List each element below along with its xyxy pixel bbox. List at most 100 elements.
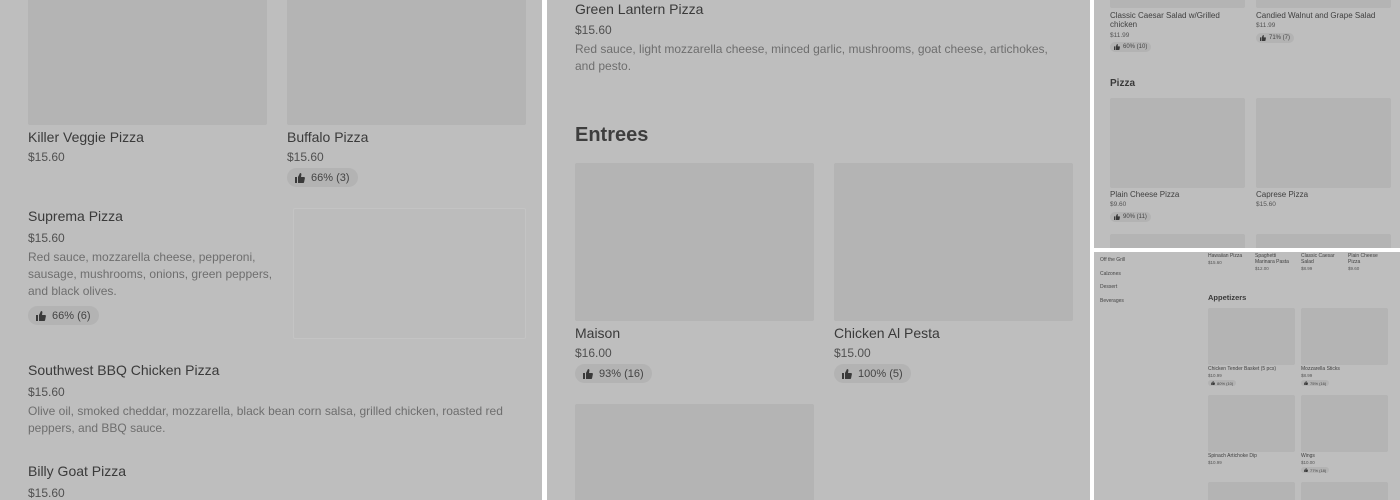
item-image[interactable] [1301,482,1388,500]
item-price: $15.00 [834,346,871,360]
item-price: $15.60 [575,23,612,37]
thumbs-up-icon [1304,468,1308,472]
item-price: $16.00 [575,346,612,360]
rating-badge: 60% (10) [1110,42,1152,52]
item-image[interactable] [575,163,814,321]
menu-panel-pizzas: Killer Veggie Pizza $15.60 Buffalo Pizza… [0,0,542,500]
thumbs-up-icon [36,310,46,321]
item-name[interactable]: Caprese Pizza [1256,190,1308,199]
item-price: $8.99 [1301,373,1313,378]
item-description: Red sauce, mozzarella cheese, pepperoni,… [28,250,273,298]
nav-item-beverages[interactable]: Beverages [1100,298,1124,304]
item-name[interactable]: Suprema Pizza [28,208,123,224]
rating-badge: 100% (5) [834,364,911,383]
item-image[interactable] [1208,308,1295,365]
item-price: $9.60 [1110,201,1127,208]
nav-item-dessert[interactable]: Dessert [1100,284,1117,290]
thumbs-up-icon [1304,381,1308,385]
rating-badge: 90% (11) [1110,212,1151,222]
item-price: $11.99 [1110,32,1130,39]
rating-badge: 66% (6) [28,306,99,325]
thumbs-up-icon [1211,381,1215,385]
rating-text: 71% (7) [1269,35,1291,41]
rating-text: 100% (5) [858,367,903,380]
item-image[interactable] [1301,395,1388,452]
thumbs-up-icon [295,172,305,183]
item-image[interactable] [575,404,814,500]
item-image[interactable] [1110,98,1245,188]
item-image[interactable] [1110,234,1245,248]
rating-badge: 93% (16) [575,364,652,383]
item-image[interactable] [1256,234,1391,248]
item-name[interactable]: Plain Cheese Pizza [1110,190,1179,199]
item-image[interactable] [1256,98,1391,188]
rating-text: 77% (18) [1310,467,1327,473]
rating-text: 75% (16) [1310,380,1327,386]
nav-item-calzones[interactable]: Calzones [1100,271,1121,277]
item-price: $15.60 [28,150,65,164]
item-name[interactable]: Chicken Tender Basket (5 pcs) [1208,366,1276,372]
item-price: $15.60 [1208,260,1222,265]
item-image[interactable] [1301,308,1388,365]
item-price: $15.60 [287,150,324,164]
item-image[interactable] [287,0,526,125]
item-name[interactable]: Mozzarella Sticks [1301,366,1340,372]
rating-text: 80% (10) [1217,380,1234,386]
item-name[interactable]: Billy Goat Pizza [28,463,126,479]
item-name[interactable]: Spaghetti Marinara Pasta [1255,253,1295,265]
item-name[interactable]: Chicken Al Pesta [834,325,940,341]
menu-panel-appetizers: Off the Grill Calzones Dessert Beverages… [1094,252,1400,500]
item-name[interactable]: Maison [575,325,620,341]
item-price: $11.99 [1256,22,1276,29]
menu-panel-entrees: Green Lantern Pizza $15.60 Red sauce, li… [547,0,1090,500]
item-image[interactable] [28,0,267,125]
section-title: Pizza [1110,78,1136,89]
item-price: $10.99 [1208,460,1222,465]
item-name[interactable]: Spinach Artichoke Dip [1208,453,1257,459]
item-name[interactable]: Candied Walnut and Grape Salad [1256,11,1391,20]
rating-badge: 71% (7) [1256,33,1295,43]
item-price: $12.00 [1255,266,1269,271]
item-price: $9.60 [1348,266,1360,271]
item-name[interactable]: Buffalo Pizza [287,129,368,145]
rating-badge: 80% (10) [1208,380,1237,386]
rating-text: 66% (3) [311,171,350,184]
item-name[interactable]: Classic Caesar Salad [1301,253,1341,265]
item-price: $15.60 [28,231,65,245]
item-image[interactable] [1208,395,1295,452]
item-image[interactable] [834,163,1073,321]
rating-text: 60% (10) [1123,44,1148,50]
item-image[interactable] [1110,0,1245,8]
section-title: Appetizers [1208,293,1247,302]
item-name[interactable]: Wings [1301,453,1315,459]
rating-badge: 66% (3) [287,168,358,187]
thumbs-up-icon [1114,214,1120,220]
section-title: Entrees [575,124,649,146]
rating-badge: 75% (16) [1301,380,1330,386]
item-name[interactable]: Plain Cheese Pizza [1348,253,1388,265]
item-price: $15.60 [28,486,65,500]
item-name[interactable]: Killer Veggie Pizza [28,129,144,145]
rating-badge: 77% (18) [1301,467,1330,473]
item-name[interactable]: Green Lantern Pizza [575,1,703,17]
rating-text: 93% (16) [599,367,644,380]
item-description: Red sauce, light mozzarella cheese, minc… [575,42,1048,73]
rating-text: 66% (6) [52,309,91,322]
item-price: $8.99 [1301,266,1313,271]
item-name[interactable]: Southwest BBQ Chicken Pizza [28,362,219,378]
item-price: $10.99 [1208,373,1222,378]
item-image[interactable] [1256,0,1391,8]
item-image[interactable] [293,208,526,339]
thumbs-up-icon [1260,35,1266,41]
menu-panel-salads-pizza: Classic Caesar Salad w/Grilled chicken $… [1094,0,1400,248]
nav-item-off-the-grill[interactable]: Off the Grill [1100,257,1125,263]
item-description: Olive oil, smoked cheddar, mozzarella, b… [28,404,503,435]
thumbs-up-icon [842,368,852,379]
item-name[interactable]: Hawaiian Pizza [1208,253,1248,259]
item-price: $15.60 [28,385,65,399]
thumbs-up-icon [583,368,593,379]
item-image[interactable] [1208,482,1295,500]
item-price: $10.00 [1301,460,1315,465]
item-price: $15.60 [1256,201,1276,208]
item-name[interactable]: Classic Caesar Salad w/Grilled chicken [1110,11,1230,29]
